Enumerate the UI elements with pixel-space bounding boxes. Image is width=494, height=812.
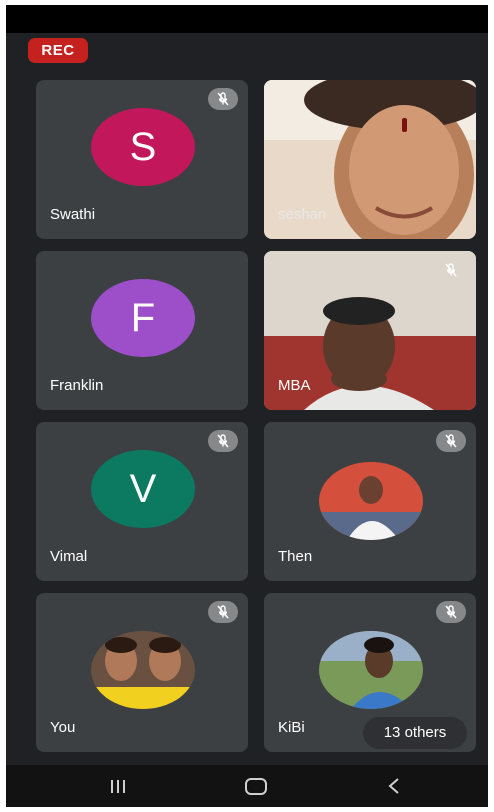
mic-off-icon	[436, 601, 466, 623]
back-icon[interactable]	[374, 775, 414, 797]
participant-tile-seshan[interactable]: seshan	[264, 80, 476, 239]
avatar: V	[91, 450, 195, 528]
participant-tile-you[interactable]: You	[36, 593, 248, 752]
avatar: S	[91, 108, 195, 186]
avatar-photo	[319, 631, 423, 709]
avatar-photo	[319, 462, 423, 540]
others-chip[interactable]: 13 others	[363, 717, 467, 749]
mic-off-icon	[208, 430, 238, 452]
recents-icon[interactable]	[98, 775, 138, 797]
participant-name: Swathi	[50, 206, 96, 223]
participant-name: seshan	[278, 206, 327, 223]
mic-off-icon	[208, 601, 238, 623]
home-icon[interactable]	[236, 775, 276, 797]
participant-tile-franklin[interactable]: F Franklin	[36, 251, 248, 410]
status-bar	[6, 5, 488, 33]
participant-tile-then[interactable]: Then	[264, 422, 476, 581]
meeting-screen: REC S Swathi seshan F Franklin MBA V Vim…	[6, 5, 488, 807]
participant-name: MBA	[278, 377, 311, 394]
mic-off-icon	[208, 88, 238, 110]
participant-name: KiBi	[278, 719, 305, 736]
recording-badge: REC	[28, 38, 88, 63]
participant-name: Then	[278, 548, 313, 565]
mic-off-icon	[436, 430, 466, 452]
system-nav-bar	[6, 765, 488, 807]
participant-name: Franklin	[50, 377, 104, 394]
participant-tile-mba[interactable]: MBA	[264, 251, 476, 410]
mic-off-icon	[436, 259, 466, 281]
participant-tile-vimal[interactable]: V Vimal	[36, 422, 248, 581]
participant-name: Vimal	[50, 548, 88, 565]
participant-tile-swathi[interactable]: S Swathi	[36, 80, 248, 239]
avatar-photo	[91, 631, 195, 709]
participant-name: You	[50, 719, 76, 736]
avatar: F	[91, 279, 195, 357]
